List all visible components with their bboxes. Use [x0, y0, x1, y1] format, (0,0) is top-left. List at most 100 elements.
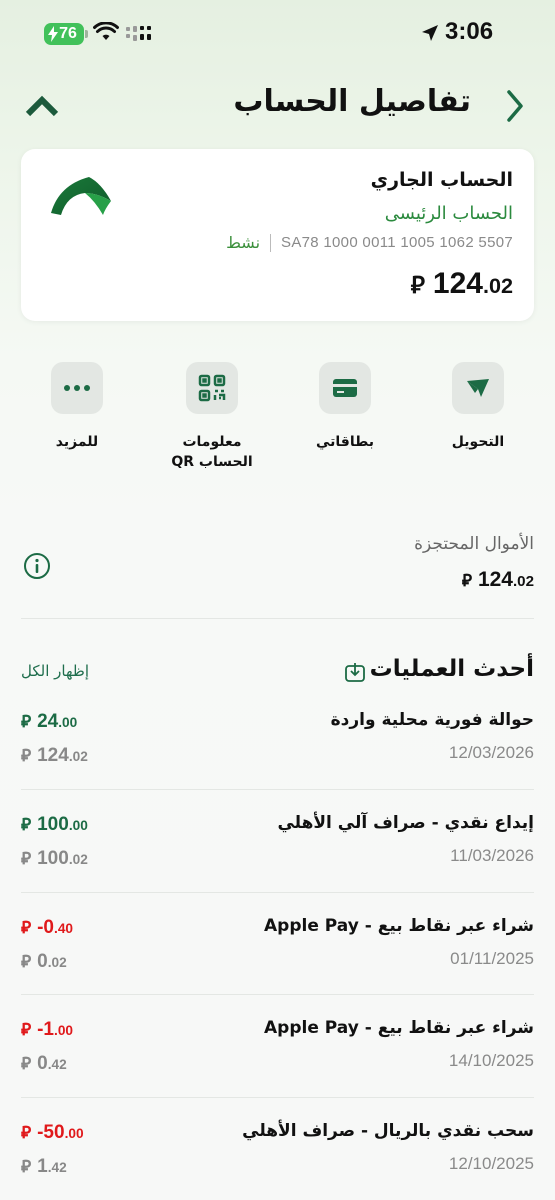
- transaction-description: شراء عبر نقاط بيع - Apple Pay: [264, 916, 534, 936]
- row-divider: [21, 789, 534, 790]
- balance-integer: 0: [37, 1053, 48, 1074]
- running-balance: ⃁ 1.42: [21, 1155, 67, 1178]
- card-icon: [333, 379, 357, 397]
- bank-logo-icon: [51, 177, 111, 215]
- battery-level: 76: [59, 25, 77, 42]
- download-icon[interactable]: [344, 661, 366, 683]
- action-icon-box: [452, 362, 504, 414]
- amount-decimal: .00: [64, 1126, 84, 1141]
- transaction-date: 12/03/2026: [448, 743, 534, 762]
- account-balance: ⃁ 124.02: [411, 267, 513, 301]
- transactions-title: أحدث العمليات: [369, 656, 534, 682]
- riyal-symbol: ⃁: [21, 1054, 32, 1074]
- location-arrow-icon: [422, 25, 438, 41]
- balance-integer: 124: [432, 267, 483, 300]
- running-balance: ⃁ 124.02: [21, 744, 88, 767]
- action-transfer[interactable]: التحويل: [423, 362, 533, 452]
- account-type: الحساب الجاري: [370, 169, 513, 191]
- amount-decimal: .00: [68, 818, 88, 833]
- transfer-arrow-icon: [467, 379, 489, 397]
- action-label: للمزيد: [55, 434, 99, 450]
- chevron-up-icon[interactable]: [24, 90, 60, 120]
- transaction-description: إيداع نقدي - صراف آلي الأهلي: [277, 813, 534, 833]
- show-all-link[interactable]: إظهار الكل: [21, 662, 89, 680]
- iban-row: نشط SA78 1000 0011 1005 1062 5507: [226, 233, 513, 252]
- page-title: تفاصيل الحساب: [233, 84, 471, 119]
- riyal-symbol: ⃁: [21, 849, 32, 869]
- reserved-title: الأموال المحتجزة: [414, 534, 534, 554]
- balance-decimal: .02: [482, 273, 513, 298]
- transaction-description: شراء عبر نقاط بيع - Apple Pay: [264, 1018, 534, 1038]
- balance-value: 0.02: [37, 951, 67, 973]
- riyal-symbol: ⃁: [21, 712, 32, 732]
- row-divider: [21, 892, 534, 893]
- amount-value: -0.40: [37, 917, 73, 939]
- amount-decimal: .00: [58, 715, 78, 730]
- iban-number[interactable]: SA78 1000 0011 1005 1062 5507: [281, 234, 513, 251]
- transaction-row[interactable]: إيداع نقدي - صراف آلي الأهلي 11/03/2026 ⃁ 1…: [21, 813, 534, 893]
- charging-bolt-icon: [48, 26, 58, 42]
- balance-decimal: .42: [47, 1160, 67, 1175]
- amount-value: -1.00: [37, 1019, 73, 1041]
- cellular-signal-icon: [126, 26, 151, 41]
- amount-integer: -0: [37, 917, 55, 938]
- more-dots-icon: [64, 385, 90, 391]
- transaction-row[interactable]: شراء عبر نقاط بيع - Apple Pay 01/11/2025 ⃁…: [21, 916, 534, 996]
- balance-decimal: .02: [68, 749, 88, 764]
- action-cards[interactable]: بطاقاتي: [290, 362, 400, 452]
- action-qr-info[interactable]: معلومات الحساب QR: [157, 362, 267, 472]
- account-status: نشط: [226, 233, 261, 252]
- running-balance: ⃁ 100.02: [21, 847, 88, 870]
- qr-code-icon: [198, 374, 226, 402]
- transaction-description: سحب نقدي بالريال - صراف الأهلي: [242, 1121, 534, 1141]
- row-divider: [21, 1097, 534, 1098]
- riyal-symbol: ⃁: [21, 918, 32, 938]
- transactions-header: أحدث العمليات إظهار الكل: [21, 654, 534, 694]
- transaction-date: 11/03/2026: [450, 846, 534, 865]
- amount-value: -50.00: [37, 1122, 83, 1144]
- running-balance: ⃁ 0.42: [21, 1052, 67, 1075]
- transaction-amount: ⃁ -50.00: [21, 1121, 84, 1144]
- riyal-symbol: ⃁: [21, 952, 32, 972]
- section-divider: [21, 618, 534, 619]
- balance-integer: 124: [37, 745, 69, 766]
- balance-decimal: .02: [68, 852, 88, 867]
- status-time: 3:06: [445, 18, 494, 45]
- amount-value: 24.00: [37, 711, 77, 733]
- amount-value: 100.00: [37, 814, 88, 836]
- balance-integer: 100: [37, 848, 69, 869]
- transaction-row[interactable]: سحب نقدي بالريال - صراف الأهلي 12/10/2025…: [21, 1121, 534, 1200]
- action-more[interactable]: للمزيد: [22, 362, 132, 452]
- riyal-symbol: ⃁: [21, 1020, 32, 1040]
- balance-decimal: .02: [47, 955, 67, 970]
- info-icon[interactable]: [23, 552, 51, 580]
- action-icon-box: [319, 362, 371, 414]
- riyal-symbol: ⃁: [21, 746, 32, 766]
- reserved-integer: 124: [477, 568, 513, 591]
- quick-actions: التحويل بطاقاتي معلومات الحساب QR للمزيد: [0, 362, 555, 482]
- balance-value: 0.42: [37, 1053, 67, 1075]
- account-name: الحساب الرئيسى: [384, 203, 513, 224]
- balance-amount: 124.02: [433, 267, 513, 301]
- divider: [270, 233, 272, 252]
- transaction-amount: ⃁ 24.00: [21, 710, 77, 733]
- transaction-amount: ⃁ -0.40: [21, 916, 73, 939]
- running-balance: ⃁ 0.02: [21, 950, 67, 973]
- transaction-date: 12/10/2025: [448, 1154, 534, 1173]
- account-card[interactable]: الحساب الجاري الحساب الرئيسى نشط SA78 10…: [21, 149, 534, 321]
- riyal-symbol: ⃁: [21, 1123, 32, 1143]
- transaction-amount: ⃁ 100.00: [21, 813, 88, 836]
- balance-decimal: .42: [47, 1057, 67, 1072]
- action-icon-box: [186, 362, 238, 414]
- balance-value: 124.02: [37, 745, 88, 767]
- reserved-amount: ⃁ 124.02: [462, 568, 534, 592]
- transaction-row[interactable]: شراء عبر نقاط بيع - Apple Pay 14/10/2025 ⃁…: [21, 1018, 534, 1098]
- balance-value: 1.42: [37, 1156, 67, 1178]
- amount-decimal: .00: [54, 1023, 74, 1038]
- riyal-symbol: ⃁: [461, 571, 472, 591]
- transaction-date: 01/11/2025: [450, 949, 534, 968]
- wifi-icon: [93, 22, 119, 40]
- transaction-row[interactable]: حوالة فورية محلية واردة 12/03/2026 ⃁ 24.00 ⃁…: [21, 710, 534, 790]
- transaction-date: 14/10/2025: [448, 1051, 534, 1070]
- chevron-right-icon[interactable]: [499, 86, 529, 126]
